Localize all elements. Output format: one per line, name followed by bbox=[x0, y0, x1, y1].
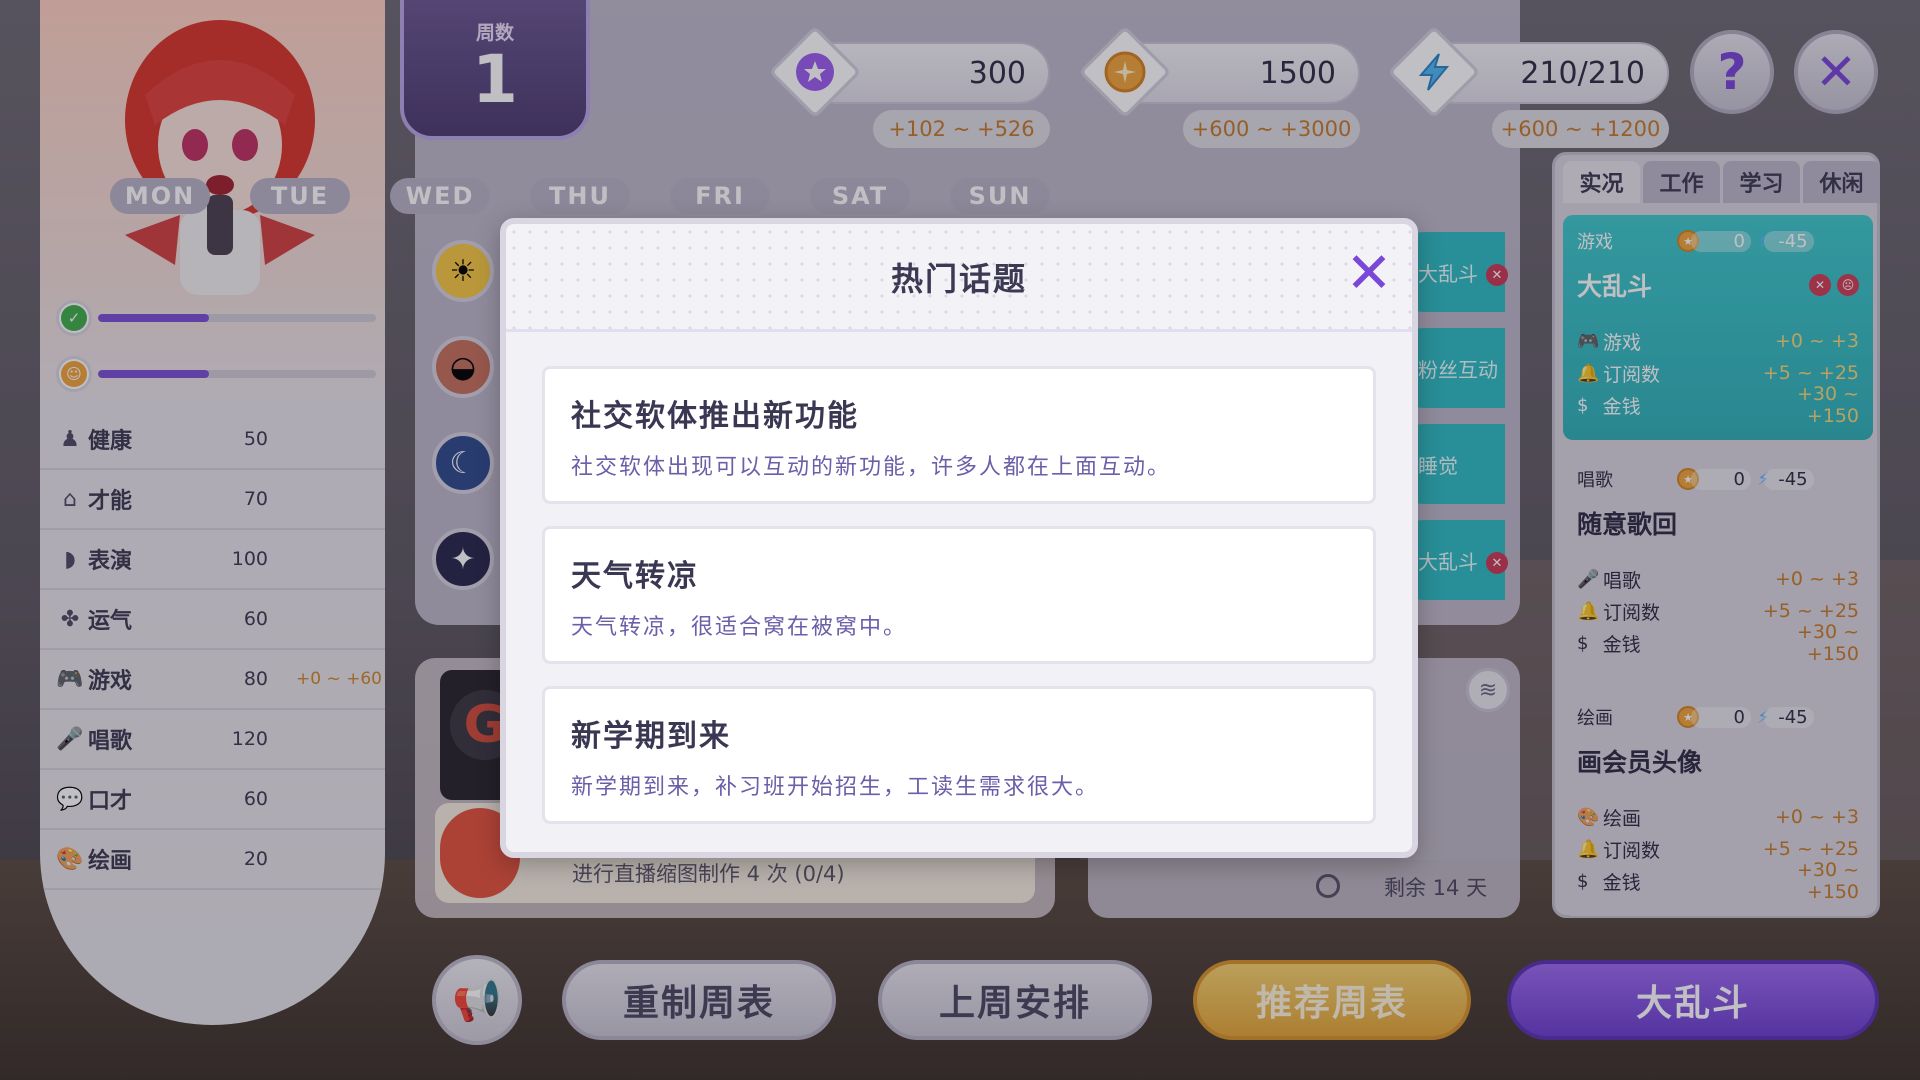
hot-topics-dialog: 热门话题 ✕ 社交软体推出新功能 社交软体出现可以互动的新功能，许多人都在上面互… bbox=[500, 218, 1418, 858]
dialog-header: 热门话题 ✕ bbox=[506, 224, 1412, 332]
topic-title: 天气转凉 bbox=[571, 559, 699, 594]
topic-title: 社交软体推出新功能 bbox=[571, 399, 859, 434]
topic-item: 新学期到来 新学期到来，补习班开始招生，工读生需求很大。 bbox=[542, 686, 1376, 824]
topic-title: 新学期到来 bbox=[571, 719, 731, 754]
dialog-title: 热门话题 bbox=[890, 260, 1027, 298]
close-icon: ✕ bbox=[1345, 241, 1393, 306]
topic-description: 社交软体出现可以互动的新功能，许多人都在上面互动。 bbox=[571, 455, 1172, 480]
topic-item: 社交软体推出新功能 社交软体出现可以互动的新功能，许多人都在上面互动。 bbox=[542, 366, 1376, 504]
topic-description: 天气转凉，很适合窝在被窝中。 bbox=[571, 615, 908, 640]
topic-description: 新学期到来，补习班开始招生，工读生需求很大。 bbox=[571, 775, 1100, 800]
topic-item: 天气转凉 天气转凉，很适合窝在被窝中。 bbox=[542, 526, 1376, 664]
close-dialog-button[interactable]: ✕ bbox=[1341, 246, 1397, 304]
